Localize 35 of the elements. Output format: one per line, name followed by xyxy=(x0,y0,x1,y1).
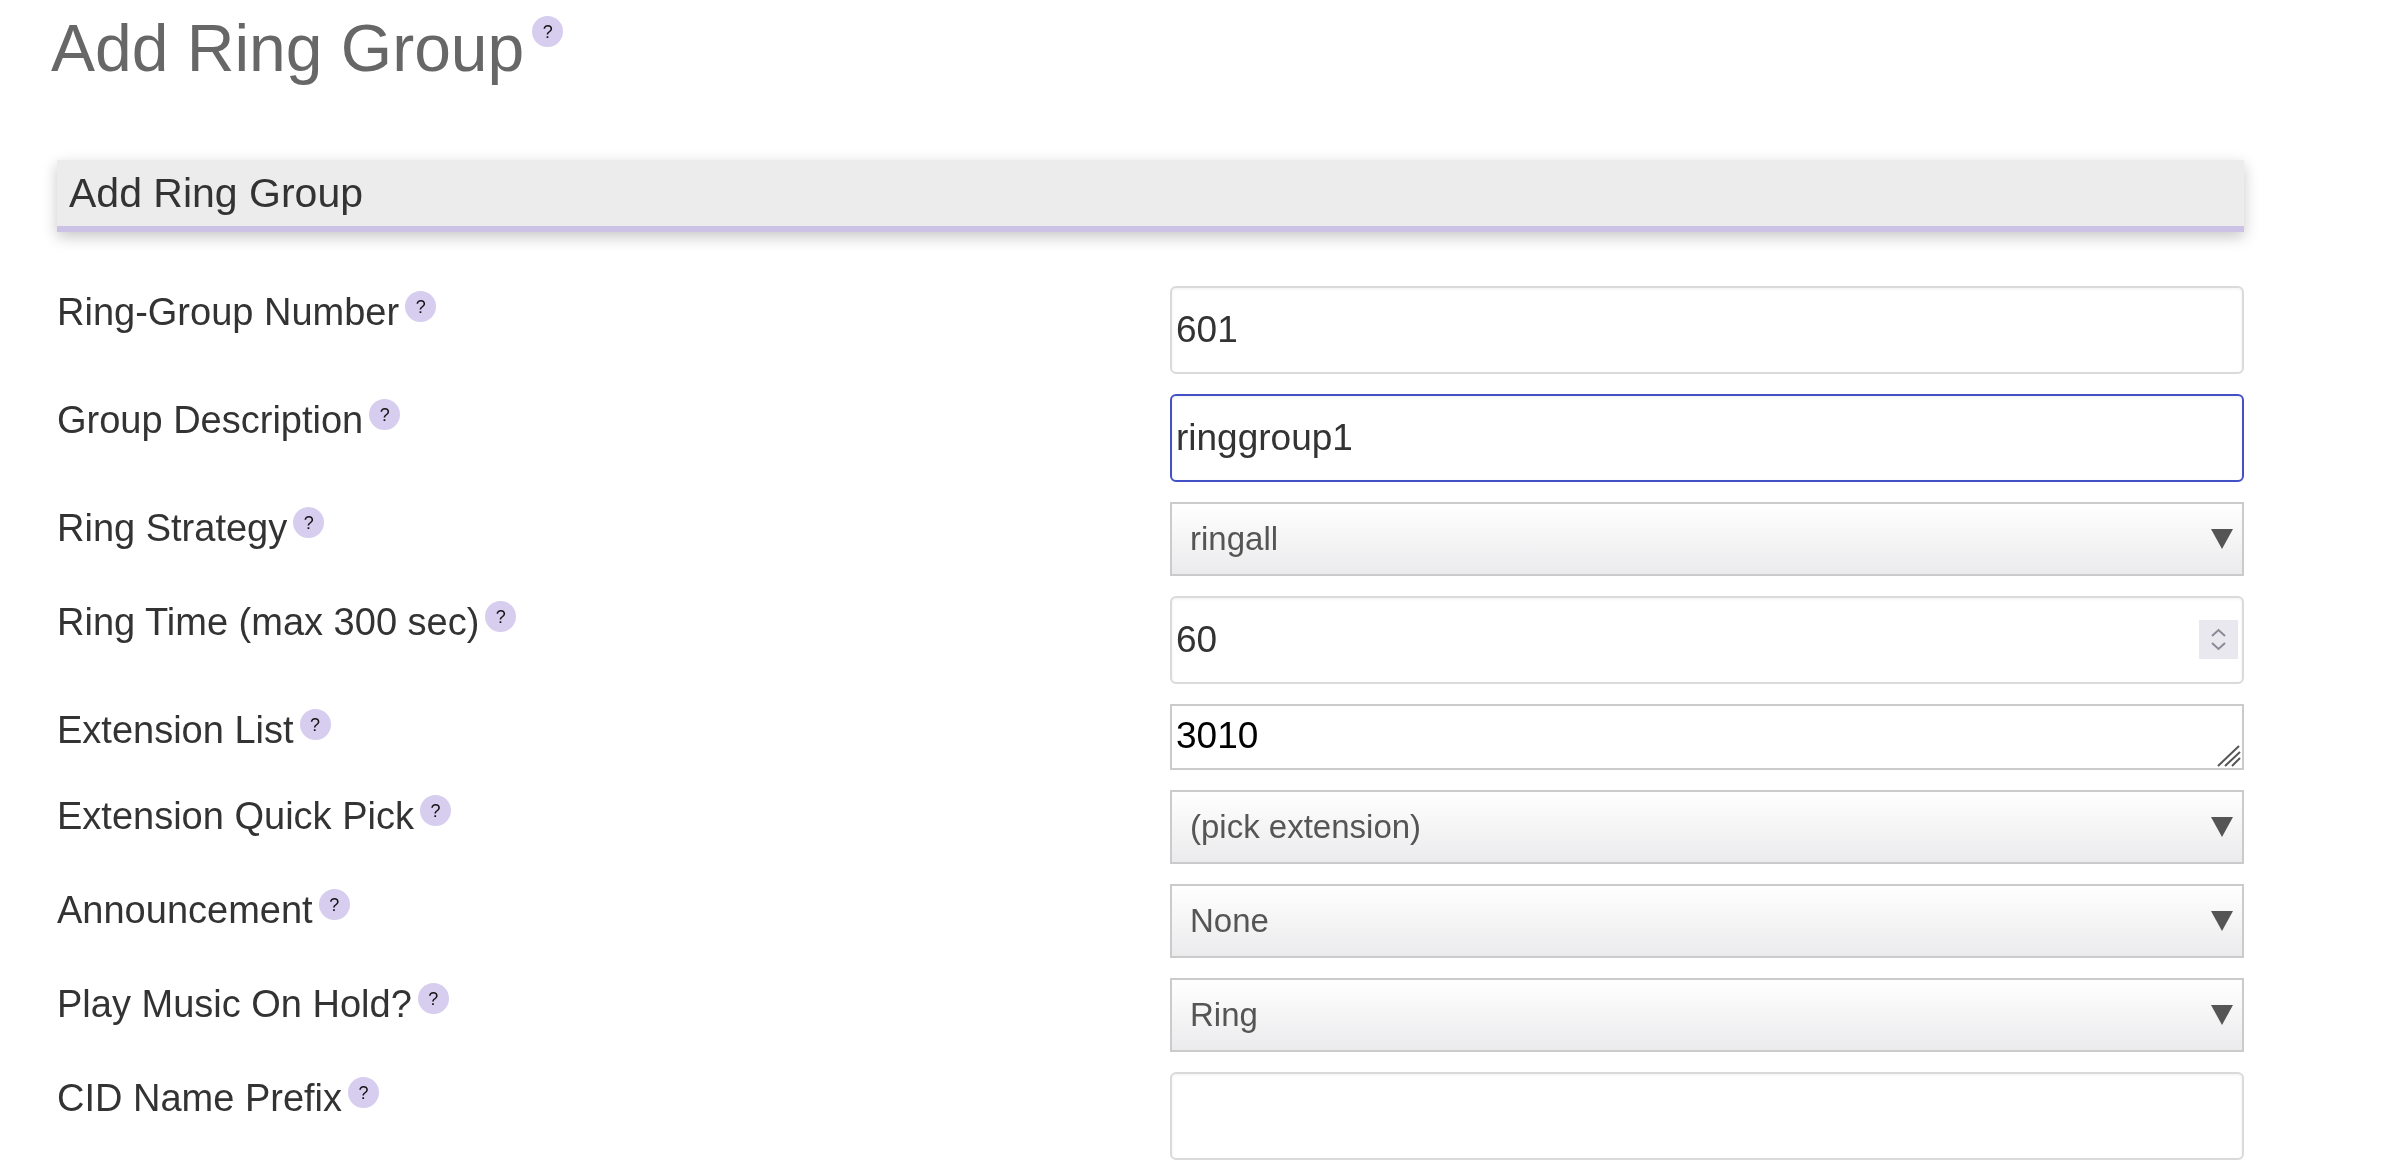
field-label: Announcement xyxy=(57,888,313,933)
field-label: CID Name Prefix xyxy=(57,1076,343,1121)
help-button[interactable]: ? xyxy=(348,1077,380,1108)
field-label: Ring Strategy xyxy=(57,506,288,551)
field-label: Extension Quick Pick xyxy=(57,794,414,839)
dropdown[interactable]: None xyxy=(1170,884,2244,958)
text-field[interactable]: ringgroup1 xyxy=(1170,394,2244,482)
caret-down-icon xyxy=(2211,1005,2233,1025)
caret-down-icon xyxy=(2211,529,2233,549)
help-button[interactable]: ? xyxy=(419,795,451,826)
dropdown[interactable]: (pick extension) xyxy=(1170,790,2244,864)
section-title: Add Ring Group xyxy=(69,172,363,214)
field-label: Ring-Group Number xyxy=(57,290,400,335)
field-label: Extension List xyxy=(57,708,294,753)
caret-down-icon xyxy=(2211,911,2233,931)
text-field[interactable]: 601 xyxy=(1170,286,2244,374)
help-button[interactable]: ? xyxy=(485,601,517,632)
text-field[interactable] xyxy=(1170,1072,2244,1160)
number-field[interactable]: 60 xyxy=(1170,596,2244,684)
help-button[interactable]: ? xyxy=(369,399,401,430)
help-button[interactable]: ? xyxy=(293,507,325,538)
caret-down-icon xyxy=(2211,817,2233,837)
resize-handle-icon[interactable] xyxy=(2217,745,2241,767)
text-area[interactable]: 3010 xyxy=(1170,704,2244,770)
dropdown[interactable]: Ring xyxy=(1170,978,2244,1052)
dropdown[interactable]: ringall xyxy=(1170,502,2244,576)
help-button[interactable]: ? xyxy=(405,291,437,322)
help-button[interactable]: ? xyxy=(299,709,331,740)
field-label: Play Music On Hold? xyxy=(57,982,412,1027)
field-label: Group Description xyxy=(57,398,364,443)
field-label: Ring Time (max 300 sec) xyxy=(57,600,480,645)
help-button[interactable]: ? xyxy=(417,983,449,1014)
help-button[interactable]: ? xyxy=(318,889,350,920)
up-down-chevron-icon[interactable] xyxy=(2199,620,2238,659)
help-button[interactable]: ? xyxy=(532,16,564,47)
